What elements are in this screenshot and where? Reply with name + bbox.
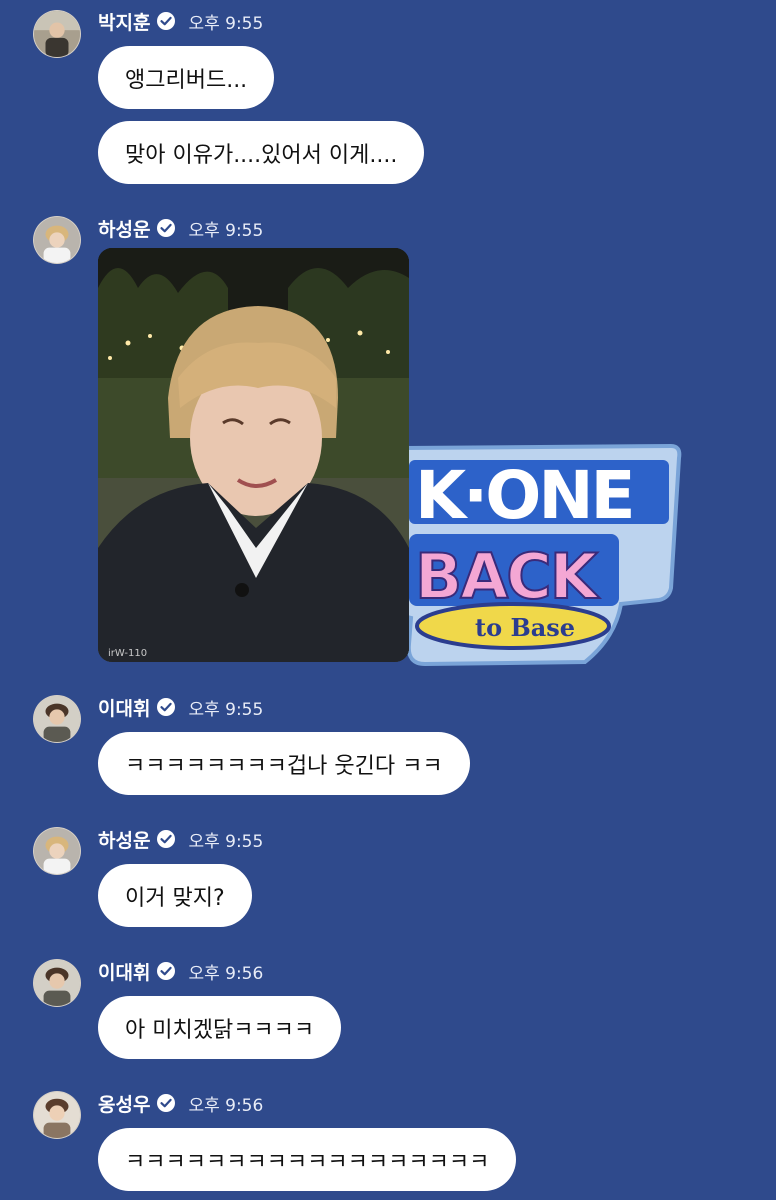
message-header: 박지훈 오후 9:55 — [98, 7, 263, 35]
sender-name[interactable]: 옹성우 — [98, 1090, 150, 1117]
timestamp: 오후 9:55 — [188, 699, 264, 720]
timestamp: 오후 9:56 — [188, 963, 264, 984]
message-header: 하성운 오후 9:55 — [98, 214, 263, 242]
sender-name[interactable]: 이대휘 — [98, 694, 150, 721]
timestamp: 오후 9:56 — [188, 1095, 264, 1116]
sender-name[interactable]: 박지훈 — [98, 8, 150, 35]
sticker-image[interactable]: K·ONE BACK to Base — [385, 438, 685, 670]
message-header: 옹성우 오후 9:56 — [98, 1089, 263, 1117]
timestamp: 오후 9:55 — [188, 13, 264, 34]
verified-badge-icon — [156, 961, 176, 981]
verified-badge-icon — [156, 218, 176, 238]
sender-name[interactable]: 이대휘 — [98, 958, 150, 985]
message-bubble[interactable]: 앵그리버드... — [98, 46, 275, 109]
message-header: 이대휘 오후 9:56 — [98, 957, 263, 985]
avatar[interactable] — [33, 10, 81, 58]
verified-badge-icon — [156, 1093, 176, 1113]
verified-badge-icon — [156, 697, 176, 717]
sender-name[interactable]: 하성운 — [98, 826, 150, 853]
timestamp: 오후 9:55 — [188, 831, 264, 852]
message-bubble[interactable]: 맞아 이유가....있어서 이게.... — [98, 121, 425, 184]
sticker-caption: to Base — [475, 613, 575, 642]
message-bubble[interactable]: 아 미치겠닭ㅋㅋㅋㅋ — [98, 996, 342, 1059]
message-bubble[interactable]: ㅋㅋㅋㅋㅋㅋㅋㅋ겁나 웃긴다 ㅋㅋ — [98, 732, 470, 795]
verified-badge-icon — [156, 11, 176, 31]
message-bubble[interactable]: 이거 맞지? — [98, 864, 252, 927]
avatar[interactable] — [33, 959, 81, 1007]
photo-caption-text: irW-110 — [108, 648, 147, 659]
sender-name[interactable]: 하성운 — [98, 215, 150, 242]
sticker-title: K·ONE — [415, 457, 633, 534]
message-header: 이대휘 오후 9:55 — [98, 693, 263, 721]
avatar[interactable] — [33, 216, 81, 264]
avatar[interactable] — [33, 695, 81, 743]
message-bubble[interactable]: ㅋㅋㅋㅋㅋㅋㅋㅋㅋㅋㅋㅋㅋㅋㅋㅋㅋㅋ — [98, 1128, 517, 1191]
verified-badge-icon — [156, 829, 176, 849]
message-header: 하성운 오후 9:55 — [98, 825, 263, 853]
photo-attachment[interactable]: irW-110 — [98, 248, 409, 662]
timestamp: 오후 9:55 — [188, 220, 264, 241]
avatar[interactable] — [33, 1091, 81, 1139]
avatar[interactable] — [33, 827, 81, 875]
